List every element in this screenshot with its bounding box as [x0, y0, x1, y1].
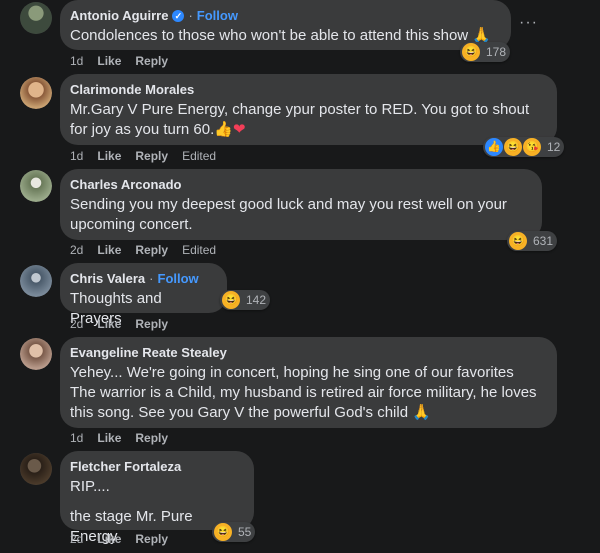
comment-author[interactable]: Antonio Aguirre — [70, 8, 168, 24]
heart-emoji: ❤ — [232, 121, 246, 138]
comment-timestamp[interactable]: 2d — [70, 243, 83, 257]
edited-label: Edited — [182, 149, 217, 163]
verified-badge-icon: ✓ — [172, 10, 185, 22]
comment-bubble: Fletcher Fortaleza RIP.... the stage Mr.… — [60, 451, 254, 545]
reaction-summary[interactable]: 😆 142 — [220, 290, 271, 310]
like-button[interactable]: Like — [97, 317, 121, 331]
comment-bubble: Evangeline Reate Stealey Yehey... We're … — [60, 337, 557, 428]
comment-timestamp[interactable]: 1d — [70, 431, 83, 445]
reaction-count: 142 — [246, 293, 267, 307]
haha-reaction-icon: 😆 — [503, 137, 523, 157]
reaction-summary[interactable]: 😆 631 — [507, 231, 558, 251]
avatar[interactable] — [20, 77, 52, 109]
avatar[interactable] — [20, 453, 52, 485]
comment-actions: 2d Like Reply Edited — [70, 243, 216, 257]
comment-bubble: Antonio Aguirre ✓ · Follow Condolences t… — [60, 0, 511, 50]
reaction-summary[interactable]: 😆 55 — [212, 522, 256, 542]
like-button[interactable]: Like — [97, 149, 121, 163]
follow-button[interactable]: Follow — [197, 8, 238, 24]
like-button[interactable]: Like — [97, 243, 121, 257]
reaction-count: 631 — [533, 234, 554, 248]
comment-author[interactable]: Fletcher Fortaleza — [70, 459, 181, 475]
comment-timestamp[interactable]: 1d — [70, 54, 83, 68]
thumbs-up-emoji: 👍 — [214, 121, 233, 138]
comment-text: Mr.Gary V Pure Energy, change ypur poste… — [70, 101, 530, 138]
avatar[interactable] — [20, 2, 52, 34]
reply-button[interactable]: Reply — [135, 54, 168, 68]
comment-author[interactable]: Charles Arconado — [70, 177, 182, 193]
avatar[interactable] — [20, 265, 52, 297]
comment-text: Yehey... We're going in concert, hoping … — [70, 364, 537, 421]
reaction-summary[interactable]: 👍 😆 😘 12 — [483, 137, 565, 157]
comment-timestamp[interactable]: 2d — [70, 532, 83, 546]
like-reaction-icon: 👍 — [484, 137, 504, 157]
more-horizontal-icon[interactable]: ··· — [519, 14, 538, 32]
comment-bubble: Charles Arconado Sending you my deepest … — [60, 169, 542, 240]
haha-reaction-icon: 😆 — [508, 231, 528, 251]
comment-author[interactable]: Evangeline Reate Stealey — [70, 345, 227, 361]
separator-dot: · — [149, 271, 154, 286]
comment-bubble: Clarimonde Morales Mr.Gary V Pure Energy… — [60, 74, 557, 145]
haha-reaction-icon: 😆 — [461, 42, 481, 62]
edited-label: Edited — [182, 243, 217, 257]
reaction-summary[interactable]: 😆 178 — [460, 42, 511, 62]
comment-actions: 1d Like Reply Edited — [70, 149, 216, 163]
comment-text: Condolences to those who won't be able t… — [70, 27, 491, 44]
follow-button[interactable]: Follow — [158, 271, 199, 287]
reply-button[interactable]: Reply — [135, 431, 168, 445]
comment-actions: 2d Like Reply — [70, 317, 168, 331]
comment-author[interactable]: Chris Valera — [70, 271, 145, 287]
avatar[interactable] — [20, 338, 52, 370]
reaction-count: 55 — [238, 525, 252, 539]
wow-reaction-icon: 😘 — [522, 137, 542, 157]
reaction-count: 12 — [547, 140, 561, 154]
comment-text: Sending you my deepest good luck and may… — [70, 196, 507, 233]
reaction-count: 178 — [486, 45, 507, 59]
like-button[interactable]: Like — [97, 431, 121, 445]
reply-button[interactable]: Reply — [135, 317, 168, 331]
reply-button[interactable]: Reply — [135, 243, 168, 257]
haha-reaction-icon: 😆 — [221, 290, 241, 310]
haha-reaction-icon: 😆 — [213, 522, 233, 542]
avatar[interactable] — [20, 170, 52, 202]
pray-emoji: 🙏 — [412, 404, 431, 421]
comment-bubble: Chris Valera · Follow Thoughts and Praye… — [60, 263, 227, 327]
reply-button[interactable]: Reply — [135, 532, 168, 546]
like-button[interactable]: Like — [97, 54, 121, 68]
comment-actions: 2d Like Reply — [70, 532, 168, 546]
comment-actions: 1d Like Reply — [70, 54, 168, 68]
reply-button[interactable]: Reply — [135, 149, 168, 163]
separator-dot: · — [188, 8, 193, 23]
comment-actions: 1d Like Reply — [70, 431, 168, 445]
comment-author[interactable]: Clarimonde Morales — [70, 82, 194, 98]
like-button[interactable]: Like — [97, 532, 121, 546]
comment-timestamp[interactable]: 2d — [70, 317, 83, 331]
comment-timestamp[interactable]: 1d — [70, 149, 83, 163]
